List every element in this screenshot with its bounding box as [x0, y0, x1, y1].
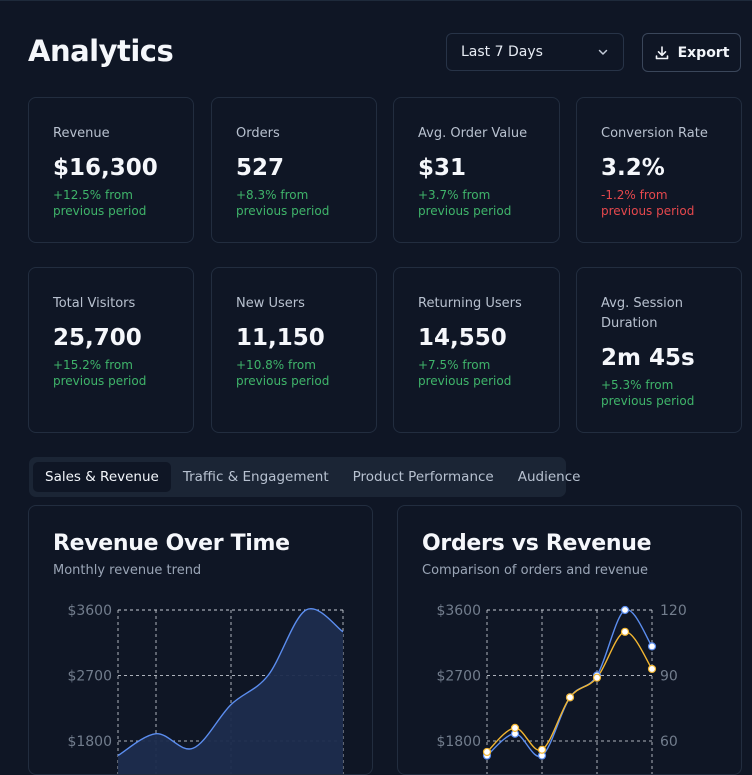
metric-delta: +15.2% from previous period [53, 358, 147, 388]
revenue-point [647, 642, 657, 651]
chevron-down-icon [597, 46, 609, 58]
metric-delta: +7.5% from previous period [418, 358, 512, 388]
y2-tick-label: 90 [660, 669, 678, 685]
page-title: Analytics [28, 34, 174, 68]
revenue-point [620, 605, 630, 615]
metric-value: 527 [236, 155, 285, 181]
metric-value: 25,700 [53, 325, 142, 351]
metric-card-orders: Orders 527 +8.3% from previous period [211, 97, 377, 243]
tab-traffic-engagement[interactable]: Traffic & Engagement [171, 462, 341, 492]
y-tick-label: $2700 [67, 669, 112, 685]
metric-label: New Users [236, 296, 305, 311]
metric-label: Orders [236, 126, 280, 141]
metric-delta: +5.3% from previous period [601, 378, 695, 408]
metric-value: 2m 45s [601, 345, 695, 371]
orders-revenue-line-chart: $3600 $2700 $1800 120 90 60 [436, 603, 687, 774]
metric-card-new-users: New Users 11,150 +10.8% from previous pe… [211, 267, 377, 433]
metric-label: Revenue [53, 126, 110, 141]
metric-delta: +8.3% from previous period [236, 188, 330, 218]
revenue-area-chart: $3600 $2700 $1800 [67, 603, 344, 774]
y2-tick-label: 120 [660, 603, 687, 619]
metric-card-avg-session-duration: Avg. Session Duration 2m 45s +5.3% from … [576, 267, 742, 433]
metric-card-avg-order-value: Avg. Order Value $31 +3.7% from previous… [393, 97, 560, 243]
orders-point [592, 673, 602, 682]
metric-value: $16,300 [53, 155, 158, 181]
y-tick-label: $1800 [436, 734, 481, 750]
top-border [0, 0, 752, 1]
tab-bar: Sales & Revenue Traffic & Engagement Pro… [29, 457, 580, 497]
revenue-area-fill [118, 608, 343, 774]
revenue-over-time-panel: Revenue Over Time Monthly revenue trend … [28, 505, 373, 775]
metric-value: 11,150 [236, 325, 325, 351]
y-tick-label: $2700 [436, 669, 481, 685]
y-tick-label: $1800 [67, 734, 112, 750]
metric-delta: +3.7% from previous period [418, 188, 512, 218]
metric-value: 14,550 [418, 325, 507, 351]
y-tick-label: $3600 [436, 603, 481, 619]
orders-point [482, 747, 492, 757]
metric-card-revenue: Revenue $16,300 +12.5% from previous per… [28, 97, 194, 243]
orders-point [565, 693, 575, 702]
metric-value: 3.2% [601, 155, 665, 181]
metric-delta: +10.8% from previous period [236, 358, 330, 388]
orders-point [647, 664, 657, 674]
metric-card-returning-users: Returning Users 14,550 +7.5% from previo… [393, 267, 560, 433]
orders-point [510, 723, 520, 732]
metric-value: $31 [418, 155, 467, 181]
orders-vs-revenue-panel: Orders vs Revenue Comparison of orders a… [397, 505, 742, 775]
orders-point [537, 745, 547, 754]
metric-label: Avg. Order Value [418, 126, 528, 141]
metric-label: Avg. Session Duration [601, 296, 683, 331]
y2-tick-label: 60 [660, 734, 678, 750]
metric-delta: +12.5% from previous period [53, 188, 147, 218]
metric-delta: -1.2% from previous period [601, 188, 695, 218]
metric-card-total-visitors: Total Visitors 25,700 +15.2% from previo… [28, 267, 194, 433]
metric-label: Conversion Rate [601, 126, 708, 141]
metric-label: Total Visitors [53, 296, 136, 311]
download-icon [654, 45, 670, 61]
export-label: Export [677, 44, 730, 61]
tab-sales-revenue[interactable]: Sales & Revenue [33, 462, 171, 492]
tab-audience[interactable]: Audience [506, 462, 593, 492]
export-button[interactable]: Export [642, 33, 741, 72]
date-range-value: Last 7 Days [461, 44, 543, 60]
metric-label: Returning Users [418, 296, 522, 311]
metric-card-conversion-rate: Conversion Rate 3.2% -1.2% from previous… [576, 97, 742, 243]
orders-point [620, 627, 630, 636]
tab-product-performance[interactable]: Product Performance [341, 462, 506, 492]
date-range-select[interactable]: Last 7 Days [446, 33, 624, 71]
y-tick-label: $3600 [67, 603, 112, 619]
